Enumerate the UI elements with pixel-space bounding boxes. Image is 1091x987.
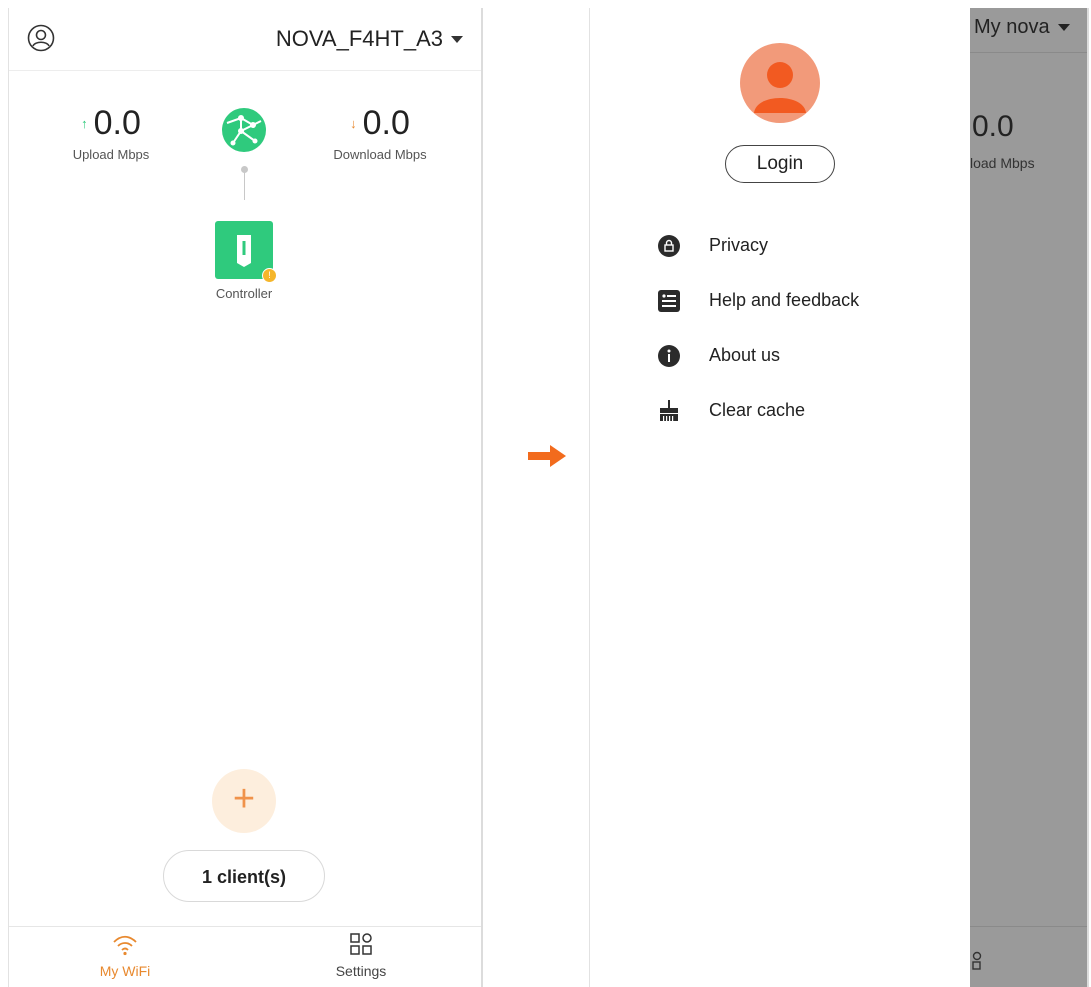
dimmed-tab-bar: [970, 926, 1087, 987]
upload-speed: ↑ 0.0 Upload Mbps: [61, 104, 161, 162]
upload-label: Upload Mbps: [72, 147, 150, 162]
tab-settings[interactable]: Settings: [311, 933, 411, 979]
transition-arrow-icon: [528, 445, 566, 467]
tab-settings-label: Settings: [335, 963, 387, 979]
dimmed-network-name: My nova: [974, 16, 1050, 38]
link-connector-line: [244, 168, 245, 200]
wifi-icon: [113, 935, 137, 956]
tab-my-wifi[interactable]: My WiFi: [75, 933, 175, 979]
feedback-list-icon: [658, 289, 680, 312]
top-bar: NOVA_F4HT_A3: [9, 8, 481, 71]
grid-icon: [972, 951, 982, 970]
side-drawer-screen: My nova 0.0 load Mbps Login Privacy Help…: [589, 8, 1089, 987]
dimmed-speed-label: load Mbps: [970, 155, 1035, 171]
download-arrow-icon: ↓: [350, 116, 357, 131]
avatar[interactable]: [740, 43, 820, 123]
navigation-drawer: Login Privacy Help and feedback About us…: [590, 8, 970, 987]
warning-badge: !: [262, 268, 277, 283]
login-button[interactable]: Login: [725, 145, 835, 183]
network-selector[interactable]: NOVA_F4HT_A3: [276, 26, 463, 52]
bottom-tab-bar: My WiFi Settings: [9, 926, 481, 987]
internet-globe-icon[interactable]: [219, 105, 269, 155]
add-node-button[interactable]: +: [212, 769, 276, 833]
menu-item-clear-cache[interactable]: Clear cache: [658, 383, 859, 438]
my-wifi-screen: NOVA_F4HT_A3 ↑ 0.0 Upload Mbps ↓ 0.0 Downl…: [8, 8, 483, 987]
menu-item-help-feedback-label: Help and feedback: [709, 290, 860, 310]
upload-arrow-icon: ↑: [81, 116, 88, 131]
menu-item-about-us[interactable]: About us: [658, 328, 859, 383]
download-label: Download Mbps: [333, 147, 427, 162]
drawer-menu: Privacy Help and feedback About us Clear…: [658, 218, 859, 438]
dropdown-caret-icon: [1057, 24, 1070, 31]
menu-item-clear-cache-label: Clear cache: [709, 400, 806, 420]
clients-button[interactable]: 1 client(s): [163, 850, 325, 902]
download-speed: ↓ 0.0 Download Mbps: [325, 104, 435, 162]
controller-label: Controller: [215, 286, 273, 301]
dropdown-caret-icon: [451, 35, 463, 43]
menu-item-privacy-label: Privacy: [709, 235, 769, 255]
user-account-icon[interactable]: [27, 24, 55, 52]
menu-item-help-feedback[interactable]: Help and feedback: [658, 273, 859, 328]
dimmed-background[interactable]: My nova 0.0 load Mbps: [970, 8, 1087, 987]
download-value: 0.0: [362, 104, 410, 142]
menu-item-about-us-label: About us: [709, 345, 781, 365]
dimmed-top-bar: My nova: [970, 8, 1087, 53]
lock-icon: [658, 234, 680, 257]
grid-icon: [350, 933, 372, 955]
dimmed-speed-value: 0.0: [972, 110, 1014, 143]
user-avatar-icon: [754, 62, 806, 113]
network-name: NOVA_F4HT_A3: [275, 26, 443, 51]
tab-my-wifi-label: My WiFi: [99, 963, 151, 979]
menu-item-privacy[interactable]: Privacy: [658, 218, 859, 273]
upload-value: 0.0: [93, 104, 141, 142]
broom-icon: [660, 399, 678, 421]
info-icon: [658, 344, 680, 367]
